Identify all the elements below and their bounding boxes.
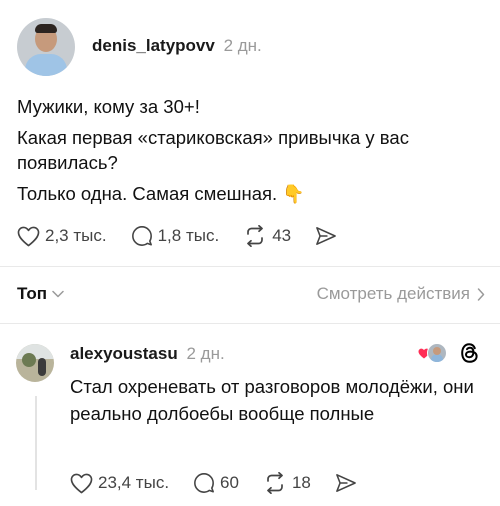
sort-label: Топ [17, 284, 47, 303]
heart-icon [70, 473, 93, 493]
author-avatar[interactable] [17, 18, 75, 76]
post-reply-count: 1,8 тыс. [157, 226, 220, 245]
post-author-name[interactable]: denis_latypovv [92, 36, 215, 55]
chevron-right-icon [477, 287, 485, 301]
post-line-2: Какая первая «стариковская» привычка у в… [17, 127, 409, 173]
sort-dropdown[interactable]: Топ [17, 284, 64, 304]
sort-bar: Топ Смотреть действия [17, 284, 485, 304]
repost-icon [267, 472, 283, 494]
comment-repost-button[interactable]: 18 [263, 472, 311, 494]
post-repost-count: 43 [272, 226, 292, 245]
post-reply-button[interactable]: 1,8 тыс. [131, 225, 220, 247]
view-activity-label: Смотреть действия [316, 284, 470, 303]
post-share-button[interactable] [315, 226, 342, 246]
comment-repost-count: 18 [291, 473, 311, 492]
comment-reply-count: 60 [220, 473, 239, 492]
comment-actions: 23,4 тыс. 60 18 [70, 472, 386, 494]
chevron-down-icon [52, 290, 64, 298]
comment-bubble-icon [131, 226, 152, 246]
divider [0, 323, 500, 324]
comment-share-button[interactable] [335, 473, 362, 493]
author-line: denis_latypovv 2 дн. [92, 36, 262, 56]
post-author-mini-avatar [427, 343, 447, 363]
divider [0, 266, 500, 267]
thread-line [35, 396, 37, 490]
comment-time: 2 дн. [186, 344, 225, 363]
comment-bubble-icon [194, 473, 214, 493]
threads-logo-icon[interactable] [458, 341, 482, 365]
post-line-3: Только одна. Самая смешная. 👇 [17, 181, 487, 207]
view-activity-link[interactable]: Смотреть действия [317, 284, 485, 304]
post-like-count: 2,3 тыс. [45, 226, 107, 245]
post-like-button[interactable]: 2,3 тыс. [17, 226, 107, 247]
post-actions: 2,3 тыс. 1,8 тыс. 43 [17, 225, 366, 247]
post-body: Мужики, кому за 30+! Какая первая «стари… [17, 94, 487, 213]
commenter-avatar[interactable] [16, 344, 54, 382]
comment-reply-button[interactable]: 60 [193, 472, 239, 494]
comment-like-button[interactable]: 23,4 тыс. [70, 473, 169, 494]
share-send-icon [316, 227, 336, 245]
post-line-3-text: Только одна. Самая смешная. [17, 183, 278, 204]
comment-body: Стал охреневать от разговоров молодёжи, … [70, 376, 474, 424]
post-line-1: Мужики, кому за 30+! [17, 96, 200, 117]
comment-header: alexyoustasu 2 дн. [70, 344, 225, 364]
author-liked-indicator [418, 343, 447, 363]
comment-like-count: 23,4 тыс. [98, 473, 170, 492]
share-send-icon [336, 474, 356, 492]
comment-author-name[interactable]: alexyoustasu [70, 344, 178, 363]
post-time: 2 дн. [223, 36, 262, 55]
post-repost-button[interactable]: 43 [243, 225, 291, 247]
heart-icon [17, 226, 40, 246]
repost-icon [247, 225, 264, 247]
threads-post-screen: denis_latypovv 2 дн. Мужики, кому за 30+… [0, 0, 500, 506]
pointing-down-emoji: 👇 [282, 184, 305, 204]
post-header: denis_latypovv 2 дн. [17, 18, 262, 76]
